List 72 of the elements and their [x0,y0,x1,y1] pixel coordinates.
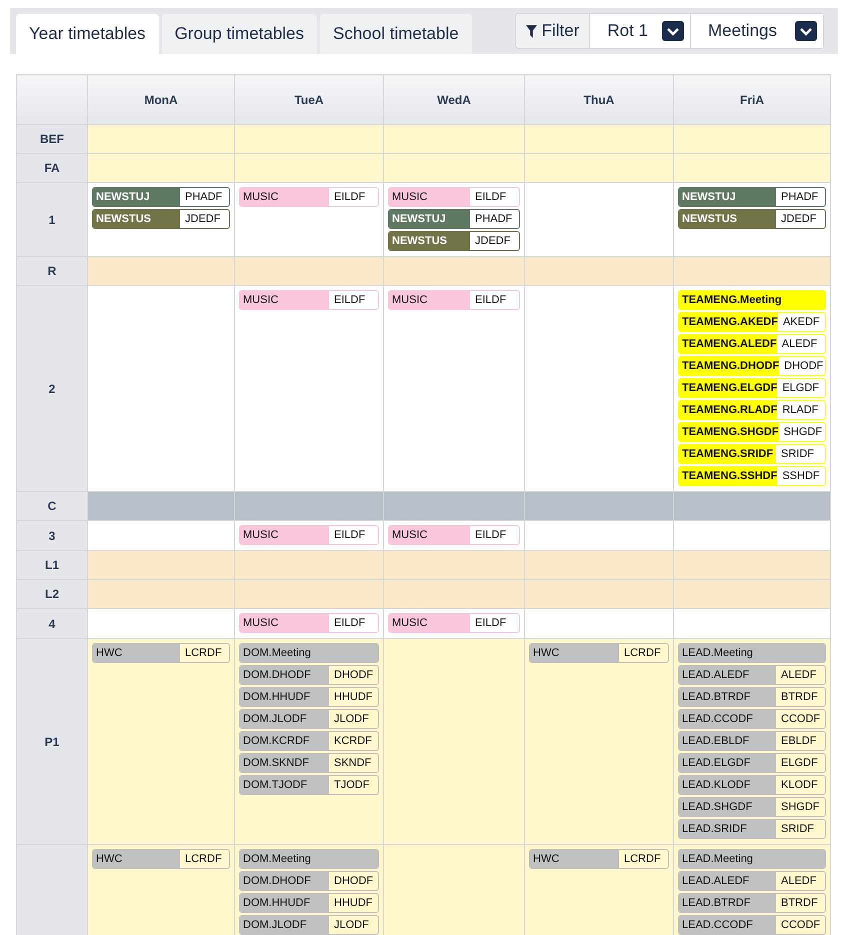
lesson-entry[interactable]: TEAMENG.SSHDF SSHDF [678,466,826,486]
lesson-entry[interactable]: TEAMENG.DHODF DHODF [678,356,826,376]
lesson-entry[interactable]: MUSIC EILDF [239,525,379,545]
lesson-entry[interactable]: LEAD.BTRDF BTRDF [678,687,826,707]
lesson-entry[interactable]: NEWSTUS JDEDF [92,209,230,229]
filter-button[interactable]: Filter [516,14,590,48]
column-header: ThuA [524,74,674,124]
tab[interactable]: Year timetables [16,14,159,54]
lesson-entry[interactable]: TEAMENG.SHGDF SHGDF [678,422,826,442]
lesson-entry[interactable]: MUSIC EILDF [239,187,379,207]
lesson-entry[interactable]: LEAD.CCODF CCODF [678,709,826,729]
column-header: FriA [674,74,830,124]
lesson-entry[interactable]: LEAD.ALEDF ALEDF [678,871,826,891]
lesson-entry[interactable]: MUSIC EILDF [239,290,379,310]
lesson-entry[interactable]: DOM.HHUDF HHUDF [239,687,379,707]
column-header: WedA [384,74,524,124]
period-label: L2 [16,580,88,608]
lesson-entry[interactable]: MUSIC EILDF [388,613,520,633]
period-label: 4 [16,608,88,638]
period-label: 3 [16,520,88,550]
lesson-entry[interactable]: HWC LCRDF [92,849,230,869]
column-header: TueA [234,74,384,124]
lesson-entry[interactable]: NEWSTUS JDEDF [678,209,826,229]
lesson-entry[interactable]: TEAMENG.ELGDF ELGDF [678,378,826,398]
lesson-entry[interactable]: LEAD.Meeting [678,643,826,663]
lesson-entry[interactable]: LEAD.KLODF KLODF [678,775,826,795]
lesson-entry[interactable]: DOM.TJODF TJODF [239,775,379,795]
period-label: P1 [16,638,88,844]
lesson-entry[interactable]: NEWSTUJ PHADF [678,187,826,207]
period-label: C [16,492,88,520]
tab[interactable]: School timetable [320,14,472,54]
lesson-entry[interactable]: TEAMENG.Meeting [678,290,826,310]
lesson-entry[interactable]: TEAMENG.AKEDF AKEDF [678,312,826,332]
lesson-entry[interactable]: DOM.Meeting [239,643,379,663]
lesson-entry[interactable]: NEWSTUS JDEDF [388,231,520,251]
lesson-entry[interactable]: LEAD.ALEDF ALEDF [678,665,826,685]
lesson-entry[interactable]: TEAMENG.ALEDF ALEDF [678,334,826,354]
period-label: FA [16,154,88,182]
lesson-entry[interactable]: DOM.JLODF JLODF [239,915,379,935]
lesson-entry[interactable]: MUSIC EILDF [388,525,520,545]
lesson-entry[interactable]: MUSIC EILDF [388,290,520,310]
lesson-entry[interactable]: HWC LCRDF [529,849,669,869]
period-label: L1 [16,550,88,580]
lesson-entry[interactable]: DOM.JLODF JLODF [239,709,379,729]
period-label: BEF [16,124,88,154]
lesson-entry[interactable]: DOM.HHUDF HHUDF [239,893,379,913]
lesson-entry[interactable]: HWC LCRDF [529,643,669,663]
lesson-entry[interactable]: TEAMENG.SRIDF SRIDF [678,444,826,464]
period-label: 2 [16,286,88,492]
lesson-entry[interactable]: LEAD.EBLDF EBLDF [678,731,826,751]
dropdown[interactable]: Meetings [690,14,823,48]
lesson-entry[interactable]: DOM.SKNDF SKNDF [239,753,379,773]
lesson-entry[interactable]: LEAD.CCODF CCODF [678,915,826,935]
lesson-entry[interactable]: DOM.KCRDF KCRDF [239,731,379,751]
lesson-entry[interactable]: LEAD.SRIDF SRIDF [678,819,826,839]
lesson-entry[interactable]: TEAMENG.RLADF RLADF [678,400,826,420]
lesson-entry[interactable]: DOM.Meeting [239,849,379,869]
lesson-entry[interactable]: MUSIC EILDF [239,613,379,633]
lesson-entry[interactable]: NEWSTUJ PHADF [388,209,520,229]
lesson-entry[interactable]: NEWSTUJ PHADF [92,187,230,207]
lesson-entry[interactable]: LEAD.ELGDF ELGDF [678,753,826,773]
lesson-entry[interactable]: MUSIC EILDF [388,187,520,207]
period-label: R [16,256,88,286]
tab[interactable]: Group timetables [162,14,318,54]
lesson-entry[interactable]: DOM.DHODF DHODF [239,871,379,891]
lesson-entry[interactable]: LEAD.BTRDF BTRDF [678,893,826,913]
period-label: 1 [16,182,88,256]
lesson-entry[interactable]: DOM.DHODF DHODF [239,665,379,685]
lesson-entry[interactable]: HWC LCRDF [92,643,230,663]
lesson-entry[interactable]: LEAD.Meeting [678,849,826,869]
lesson-entry[interactable]: LEAD.SHGDF SHGDF [678,797,826,817]
column-header: MonA [88,74,234,124]
